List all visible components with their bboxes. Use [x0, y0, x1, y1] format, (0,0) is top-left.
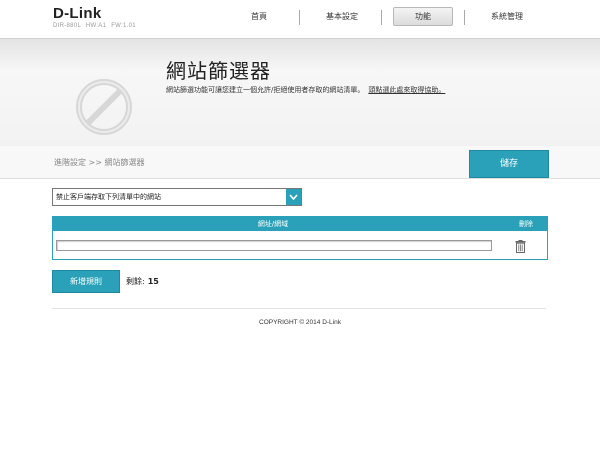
website-filter-table: 網址/網域 刪除 [52, 216, 548, 260]
copyright: COPYRIGHT © 2014 D-Link [259, 319, 341, 326]
chevron-down-icon[interactable] [286, 189, 301, 205]
filter-mode-value: 禁止客戶端存取下列清單中的網站 [56, 193, 161, 201]
page-description: 網站篩選功能可讓您建立一個允許/拒絕使用者存取的網站清單。 頭點選此處來取得協助。 [166, 85, 445, 95]
url-domain-input[interactable] [56, 240, 492, 251]
nav-separator [464, 10, 465, 25]
remaining-count: 15 [147, 277, 159, 286]
nav-separator [381, 10, 382, 25]
table-header: 網址/網域 刪除 [53, 217, 547, 231]
prohibited-globe-icon [74, 77, 134, 141]
divider [0, 178, 600, 179]
save-button[interactable]: 儲存 [469, 150, 549, 178]
footer-divider [52, 308, 546, 309]
filter-mode-select[interactable]: 禁止客戶端存取下列清單中的網站 [52, 188, 302, 206]
nav-settings[interactable]: 基本設定 [312, 7, 372, 27]
column-header-url: 網址/網域 [257, 220, 289, 228]
nav-management[interactable]: 系統管理 [476, 7, 538, 27]
page-banner: 網站篩選器 網站篩選功能可讓您建立一個允許/拒絕使用者存取的網站清單。 頭點選此處… [0, 38, 600, 147]
remaining-rules: 剩餘: 15 [126, 276, 159, 287]
top-nav: 首頁 基本設定 功能 系統管理 [0, 7, 600, 27]
add-rule-button[interactable]: 新增規則 [52, 270, 120, 293]
nav-separator [299, 10, 300, 25]
nav-features[interactable]: 功能 [393, 7, 453, 26]
remaining-label: 剩餘: [126, 277, 145, 286]
page-title: 網站篩選器 [166, 59, 271, 83]
nav-home[interactable]: 首頁 [232, 7, 286, 27]
trash-icon[interactable] [515, 238, 526, 257]
description-text: 網站篩選功能可讓您建立一個允許/拒絕使用者存取的網站清單。 [166, 86, 365, 94]
header: D-Link DIR-880L HW:A1 FW:1.01 首頁 基本設定 功能… [0, 0, 600, 38]
column-header-delete: 刪除 [519, 220, 533, 228]
breadcrumb: 進階設定 >> 網站篩選器 [54, 158, 145, 167]
help-link[interactable]: 頭點選此處來取得協助。 [368, 86, 445, 94]
